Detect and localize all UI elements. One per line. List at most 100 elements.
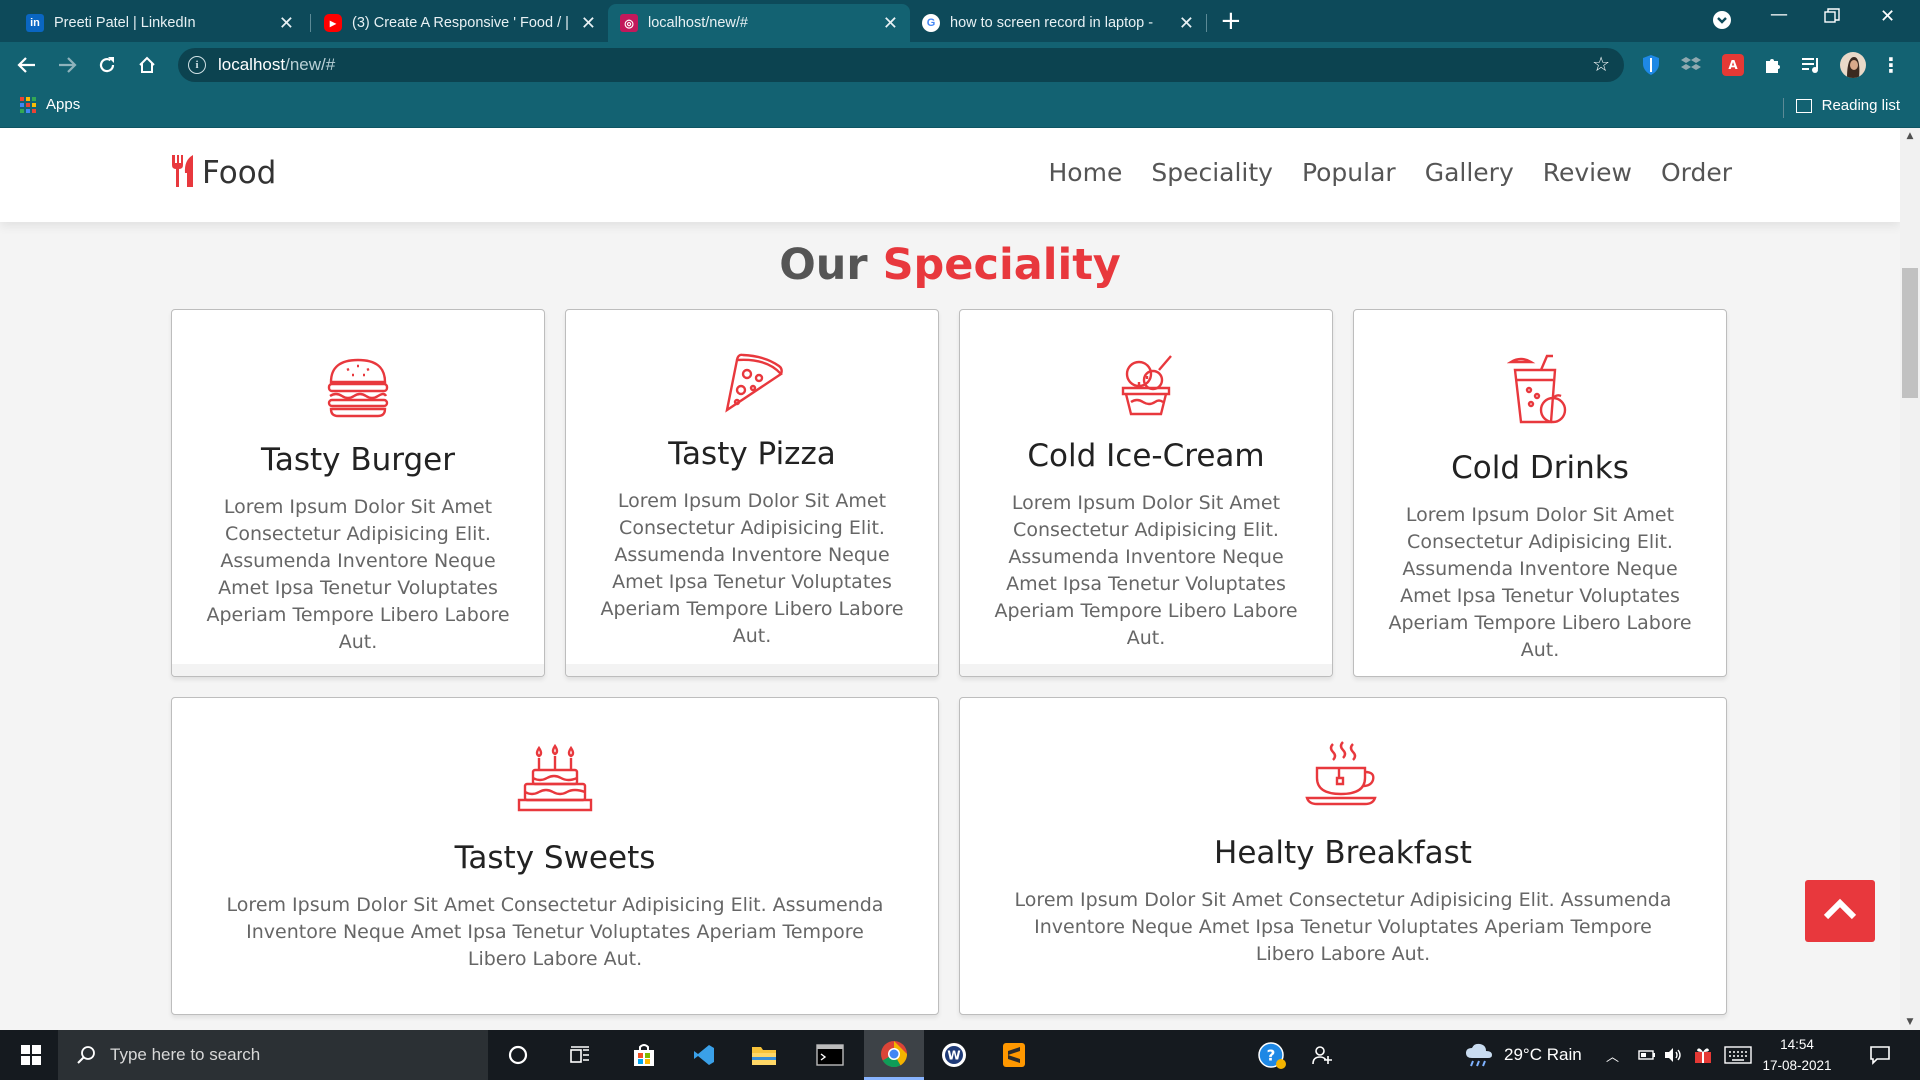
close-tab-icon[interactable]: ✕ <box>1179 13 1194 34</box>
browser-tab-linkedin[interactable]: in Preeti Patel | LinkedIn ✕ <box>14 4 306 42</box>
section-heading: Our Speciality <box>0 240 1900 290</box>
scroll-to-top-button[interactable] <box>1805 880 1875 942</box>
scroll-down-arrow-icon[interactable]: ▼ <box>1900 1017 1920 1027</box>
url-path: /new/# <box>285 55 336 74</box>
task-view-icon[interactable] <box>560 1030 600 1080</box>
page-scrollbar[interactable]: ▲ ▼ <box>1900 128 1920 1030</box>
sublime-text-icon[interactable] <box>992 1030 1036 1080</box>
browser-toolbar: i localhost/new/# ☆ A ⋮ <box>0 42 1920 88</box>
vscode-icon[interactable] <box>682 1030 726 1080</box>
url-host: localhost <box>218 55 286 74</box>
apps-grid-icon <box>20 96 36 113</box>
keyboard-icon[interactable] <box>1722 1030 1754 1080</box>
taskbar-clock[interactable]: 14:54 17-08-2021 <box>1752 1034 1842 1076</box>
app-w-icon[interactable]: W <box>932 1030 976 1080</box>
microsoft-store-icon[interactable] <box>622 1030 666 1080</box>
media-controls-icon[interactable] <box>1800 54 1822 76</box>
chrome-menu-icon[interactable]: ⋮ <box>1880 53 1902 77</box>
tab-title: (3) Create A Responsive ' Food / | <box>352 15 569 31</box>
card-text: Lorem Ipsum Dolor Sit Amet Consectetur A… <box>600 490 904 647</box>
chrome-taskbar-icon[interactable] <box>864 1030 924 1080</box>
cake-icon <box>515 740 595 820</box>
apps-label: Apps <box>46 96 81 113</box>
tray-chevron-up-icon[interactable]: ︿ <box>1606 1030 1619 1080</box>
bookmark-star-icon[interactable]: ☆ <box>1592 52 1610 76</box>
coffee-cup-icon <box>1303 740 1383 814</box>
nav-gallery[interactable]: Gallery <box>1425 158 1514 187</box>
new-tab-plus-icon[interactable]: + <box>1220 6 1242 36</box>
close-tab-icon[interactable]: ✕ <box>581 13 596 34</box>
file-explorer-icon[interactable] <box>742 1030 786 1080</box>
browser-tab-localhost[interactable]: ◎ localhost/new/# ✕ <box>608 4 910 42</box>
close-tab-icon[interactable]: ✕ <box>883 13 898 34</box>
nav-popular[interactable]: Popular <box>1302 158 1396 187</box>
gift-notification-icon[interactable] <box>1690 1030 1716 1080</box>
site-info-icon[interactable]: i <box>188 56 206 74</box>
back-arrow-icon[interactable] <box>12 50 42 80</box>
tab-search-icon[interactable] <box>1712 10 1732 35</box>
notifications-icon[interactable] <box>1858 1030 1902 1080</box>
svg-text:?: ? <box>1267 1047 1276 1065</box>
card-title: Tasty Pizza <box>668 436 836 472</box>
cortana-icon[interactable] <box>498 1030 538 1080</box>
google-icon: G <box>922 14 940 32</box>
pizza-icon <box>719 352 785 418</box>
home-icon[interactable] <box>132 50 162 80</box>
speciality-card-ice-cream: Cold Ice-Cream Lorem Ipsum Dolor Sit Ame… <box>959 309 1333 677</box>
taskbar-search-input[interactable]: Type here to search <box>58 1030 488 1080</box>
clock-date: 17-08-2021 <box>1762 1058 1832 1073</box>
help-icon[interactable]: ? <box>1252 1030 1292 1080</box>
browser-tab-youtube[interactable]: ▶ (3) Create A Responsive ' Food / | ✕ <box>312 4 608 42</box>
search-placeholder: Type here to search <box>110 1045 261 1064</box>
browser-tab-google[interactable]: G how to screen record in laptop - ✕ <box>910 4 1206 42</box>
nav-order[interactable]: Order <box>1661 158 1732 187</box>
close-window-icon[interactable]: ✕ <box>1880 6 1895 27</box>
ice-cream-icon <box>1117 352 1175 422</box>
extensions-puzzle-icon[interactable] <box>1762 54 1784 76</box>
windows-start-icon[interactable] <box>8 1030 54 1080</box>
windows-taskbar: Type here to search W ? 29°C Rain ︿ 14:5… <box>0 1030 1920 1080</box>
youtube-icon: ▶ <box>324 14 342 32</box>
battery-icon[interactable] <box>1636 1030 1658 1080</box>
svg-text:W: W <box>947 1049 960 1063</box>
volume-icon[interactable] <box>1660 1030 1686 1080</box>
close-tab-icon[interactable]: ✕ <box>279 13 294 34</box>
speciality-card-burger: Tasty Burger Lorem Ipsum Dolor Sit Amet … <box>171 309 545 677</box>
nav-speciality[interactable]: Speciality <box>1151 158 1273 187</box>
reload-icon[interactable] <box>92 50 122 80</box>
pdf-extension-icon[interactable]: A <box>1722 54 1744 76</box>
drink-icon <box>1506 354 1573 430</box>
clock-time: 14:54 <box>1780 1037 1814 1052</box>
speciality-card-drinks: Cold Drinks Lorem Ipsum Dolor Sit Amet C… <box>1353 309 1727 677</box>
scroll-up-arrow-icon[interactable]: ▲ <box>1900 131 1920 141</box>
minimize-icon[interactable]: — <box>1770 4 1788 25</box>
card-title: Cold Ice-Cream <box>1027 438 1265 474</box>
nav-review[interactable]: Review <box>1543 158 1632 187</box>
page-viewport: Food Home Speciality Popular Gallery Rev… <box>0 128 1900 1030</box>
dropbox-extension-icon[interactable] <box>1680 54 1702 76</box>
terminal-icon[interactable] <box>808 1030 852 1080</box>
nav-home[interactable]: Home <box>1049 158 1123 187</box>
people-icon[interactable] <box>1302 1030 1342 1080</box>
heading-accent: Speciality <box>882 240 1121 290</box>
apps-bookmark[interactable]: Apps <box>20 96 80 113</box>
card-text: Lorem Ipsum Dolor Sit Amet Consectetur A… <box>1388 504 1692 661</box>
heading-plain: Our <box>779 240 868 290</box>
search-icon <box>76 1045 96 1065</box>
weather-text[interactable]: 29°C Rain <box>1504 1030 1582 1080</box>
forward-arrow-icon[interactable] <box>52 50 82 80</box>
card-title: Cold Drinks <box>1451 450 1629 486</box>
speciality-card-sweets: Tasty Sweets Lorem Ipsum Dolor Sit Amet … <box>171 697 939 1015</box>
bookmarks-bar: Apps Reading list <box>0 88 1920 128</box>
card-title: Healty Breakfast <box>1214 835 1472 871</box>
burger-icon <box>325 354 391 424</box>
reading-list-label: Reading list <box>1821 97 1900 114</box>
restore-icon[interactable] <box>1824 8 1840 29</box>
profile-avatar[interactable] <box>1840 52 1866 78</box>
site-logo[interactable]: Food <box>170 154 276 192</box>
weather-rain-icon <box>1462 1030 1496 1080</box>
scrollbar-thumb[interactable] <box>1902 268 1918 398</box>
shield-extension-icon[interactable] <box>1640 54 1662 76</box>
address-bar[interactable]: i localhost/new/# ☆ <box>178 48 1624 82</box>
reading-list-button[interactable]: Reading list <box>1795 97 1900 114</box>
